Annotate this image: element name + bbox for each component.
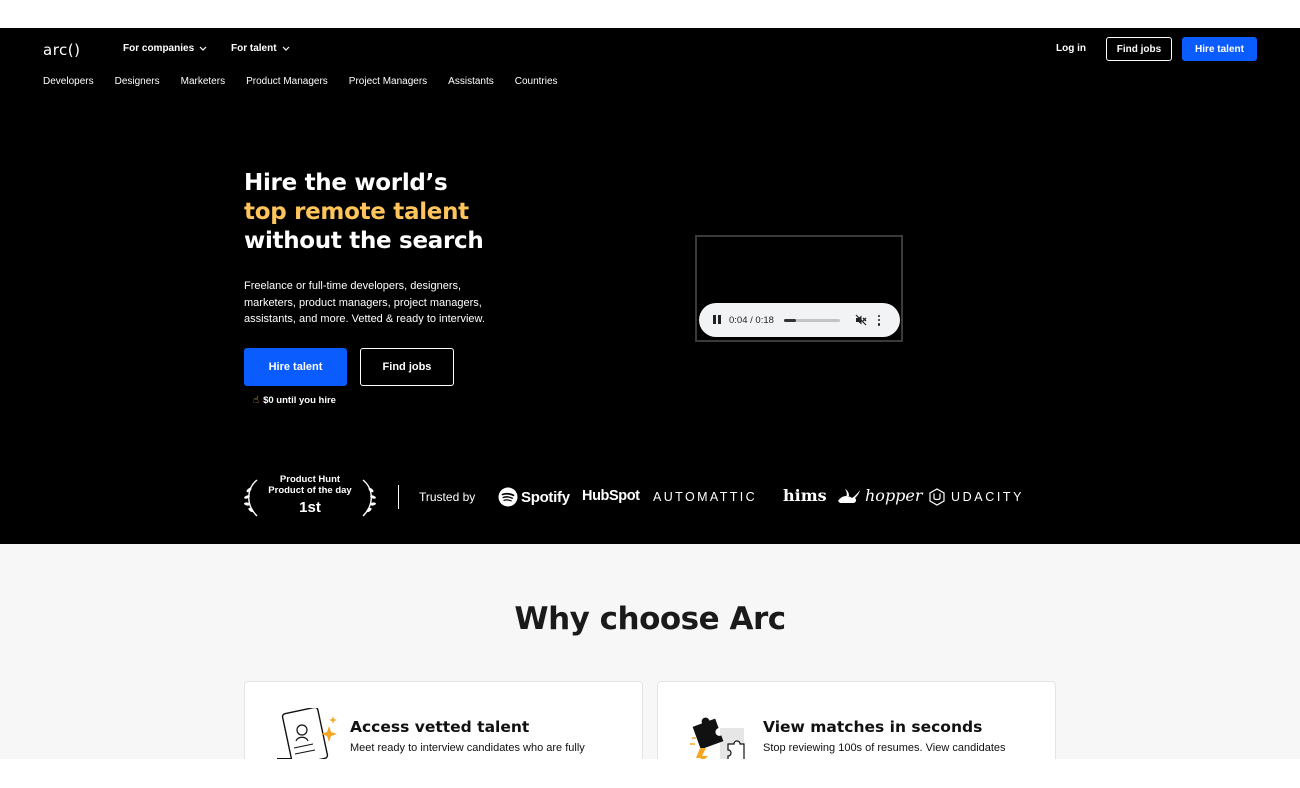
subnav-item-marketers[interactable]: Marketers: [181, 76, 225, 87]
chevron-down-icon: [199, 46, 207, 51]
headline-line-1: Hire the world’s: [244, 170, 448, 196]
nav-for-companies[interactable]: For companies: [123, 43, 207, 54]
muted-speaker-icon[interactable]: [855, 314, 867, 326]
product-hunt-badge: Product Hunt Product of the day 1st: [243, 474, 377, 518]
login-link[interactable]: Log in: [1056, 43, 1086, 54]
hero-find-jobs-button[interactable]: Find jobs: [360, 348, 454, 386]
card-description: Meet ready to interview candidates who a…: [350, 742, 585, 754]
hopper-logo: hopper: [836, 486, 923, 505]
top-blank-strip: [0, 0, 1300, 28]
nav-for-talent-label: For talent: [231, 43, 277, 54]
nav-for-companies-label: For companies: [123, 43, 195, 54]
subnav-item-product-managers[interactable]: Product Managers: [246, 76, 328, 87]
hero-hire-talent-button[interactable]: Hire talent: [244, 348, 347, 386]
why-choose-title: Why choose Arc: [514, 601, 786, 637]
video-time: 0:04 / 0:18: [729, 314, 774, 326]
trusted-by-label: Trusted by: [419, 490, 476, 504]
automattic-logo: AUTOMATTIC: [653, 490, 758, 504]
spotify-logo: Spotify: [498, 487, 570, 507]
badge-rank: 1st: [299, 499, 321, 516]
subnav-item-project-managers[interactable]: Project Managers: [349, 76, 427, 87]
product-hunt-text: Product Hunt Product of the day: [243, 474, 377, 496]
bunny-icon: [838, 488, 860, 503]
video-progress-fill: [783, 318, 797, 322]
subnav-item-assistants[interactable]: Assistants: [448, 76, 494, 87]
card-description: Stop reviewing 100s of resumes. View can…: [763, 742, 1006, 754]
video-player[interactable]: 0:04 / 0:18: [695, 235, 903, 342]
card-title: View matches in seconds: [763, 718, 983, 736]
chevron-down-icon: [282, 46, 289, 51]
headline-line-2: top remote talent: [244, 199, 469, 225]
find-jobs-button[interactable]: Find jobs: [1106, 37, 1172, 61]
hire-talent-button[interactable]: Hire talent: [1182, 37, 1257, 61]
more-options-icon[interactable]: [877, 314, 881, 326]
hero-description: Freelance or full-time developers, desig…: [244, 280, 485, 325]
hero-section: arc() For companies For talent Log in Fi…: [0, 28, 1300, 544]
pricing-note: ☝ $0 until you hire: [253, 395, 336, 406]
badge-line-1: Product Hunt: [279, 474, 341, 485]
pricing-note-text: $0 until you hire: [263, 395, 336, 406]
card-title: Access vetted talent: [350, 718, 530, 736]
badge-line-2: Product of the day: [268, 485, 352, 496]
hims-logo: hims: [783, 486, 827, 505]
hubspot-logo: HubSpot: [582, 488, 640, 504]
subnav-item-countries[interactable]: Countries: [515, 76, 558, 87]
headline-line-3: without the search: [244, 228, 484, 254]
category-subnav: Developers Designers Marketers Product M…: [43, 76, 579, 87]
subnav-item-developers[interactable]: Developers: [43, 76, 94, 87]
hero-headline: Hire the world’s top remote talent witho…: [244, 169, 484, 256]
video-progress-bar[interactable]: [783, 318, 840, 322]
subnav-item-designers[interactable]: Designers: [115, 76, 160, 87]
udacity-wordmark: UDACITY: [951, 490, 1025, 504]
spotify-wordmark: Spotify: [521, 488, 570, 506]
video-controls: 0:04 / 0:18: [699, 303, 900, 337]
udacity-logo: UDACITY: [929, 488, 1024, 506]
pause-icon[interactable]: [713, 315, 722, 325]
spotify-icon: [498, 487, 518, 507]
pointing-hand-icon: ☝: [253, 395, 260, 406]
udacity-icon: [929, 488, 945, 506]
hopper-wordmark: hopper: [865, 486, 923, 505]
nav-for-talent[interactable]: For talent: [231, 43, 290, 54]
bottom-blank-strip: [0, 759, 1300, 788]
vertical-divider: [398, 485, 399, 509]
arc-logo[interactable]: arc(): [43, 41, 80, 59]
why-choose-section: Why choose Arc Access vetted talent Meet…: [0, 544, 1300, 781]
